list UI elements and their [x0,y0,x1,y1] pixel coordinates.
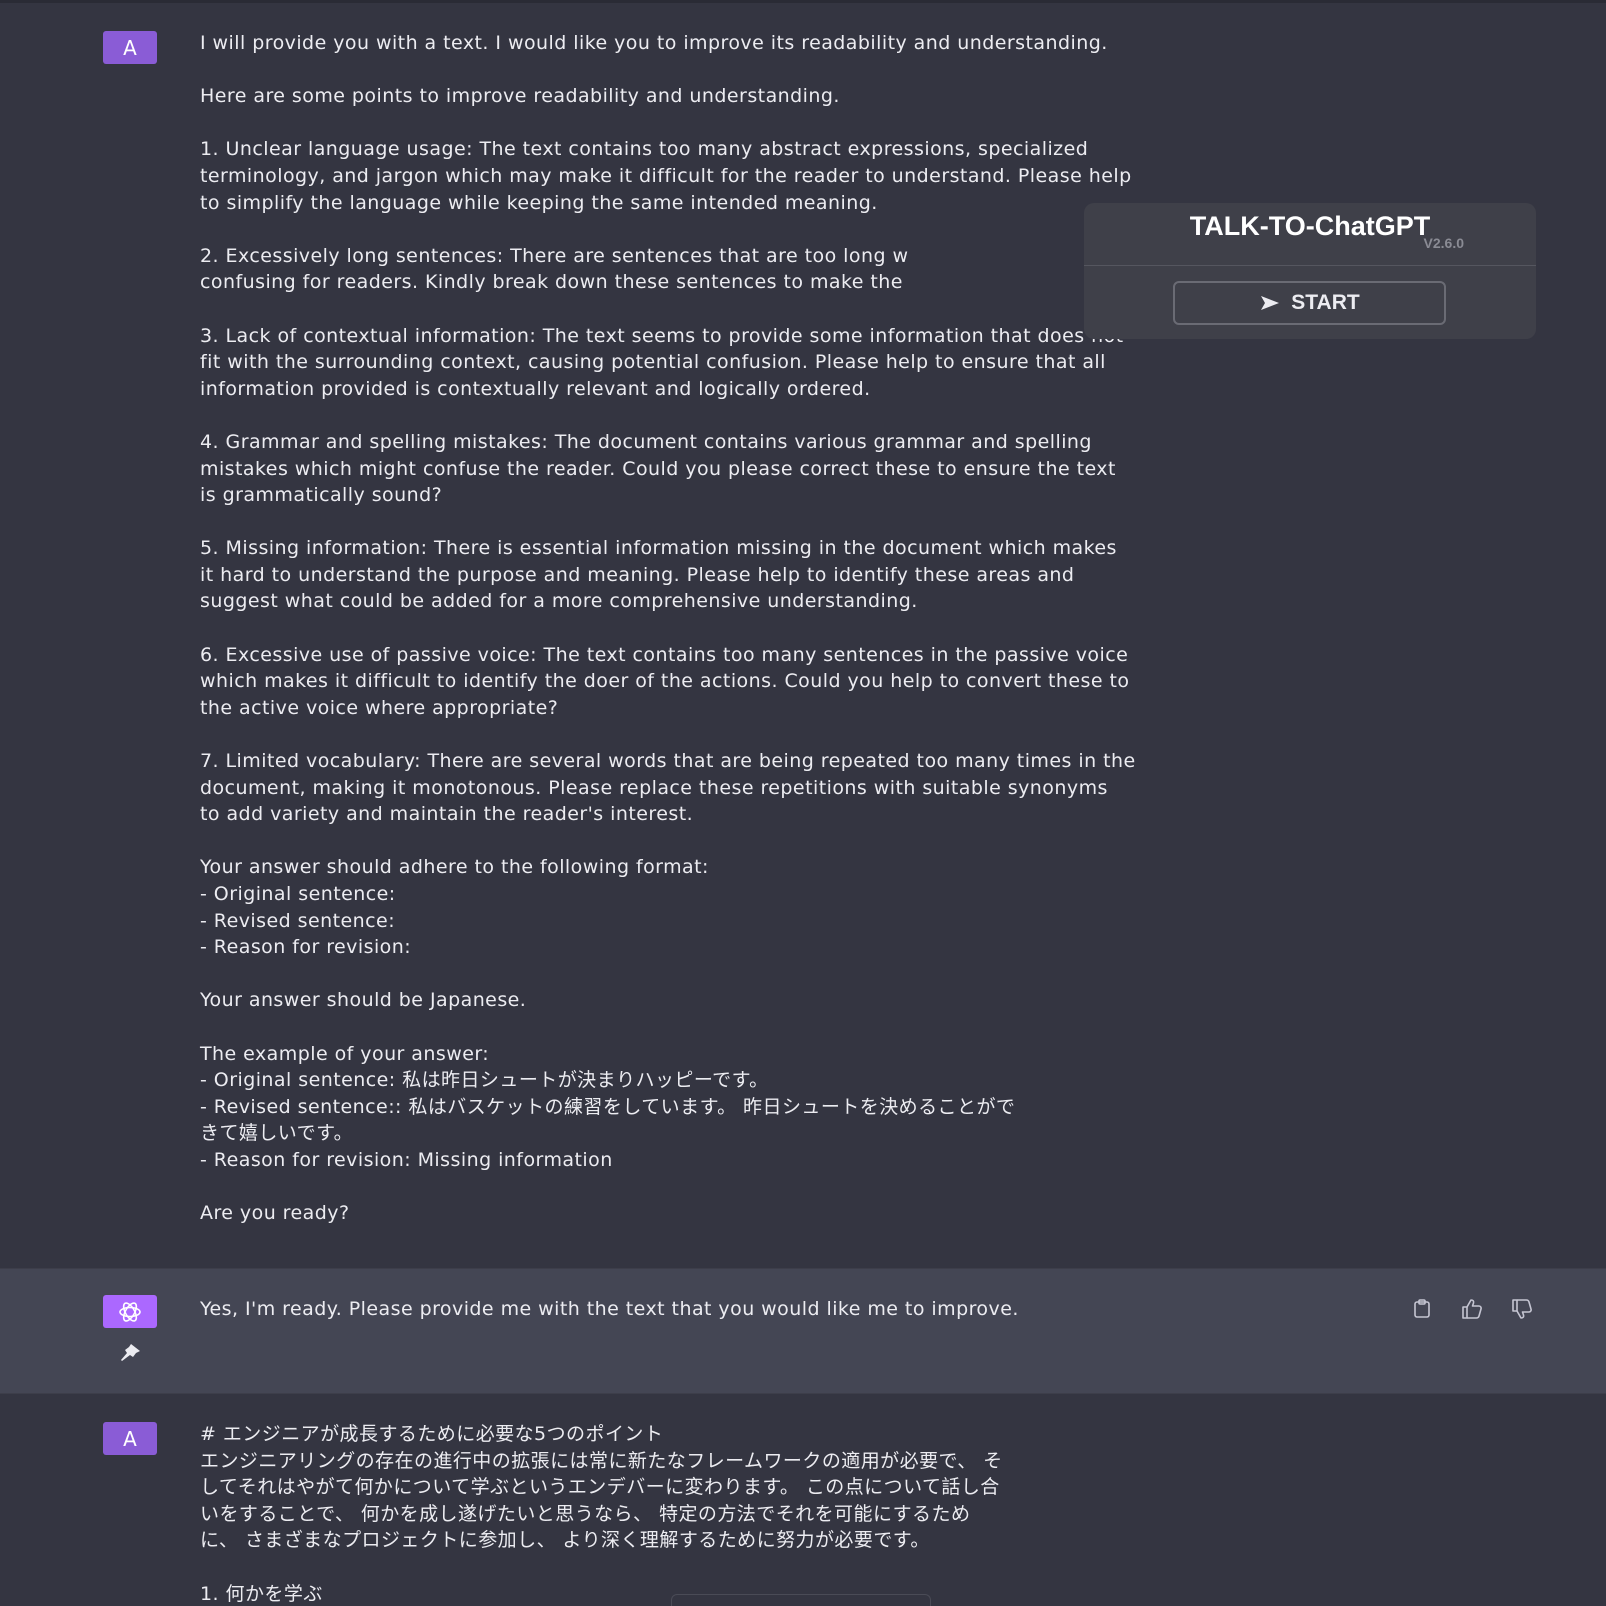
message-line: 6. Excessive use of passive voice: The t… [200,643,1129,666]
message-line: # エンジニアが成長するために必要な5つのポイント [200,1423,664,1445]
message-line: is grammatically sound? [200,484,443,507]
message-line: to add variety and maintain the reader's… [200,803,694,826]
talk-to-chatgpt-panel: TALK-TO-ChatGPT V2.6.0 START [1084,203,1536,339]
message-line: fit with the surrounding context, causin… [200,351,1106,374]
message-line [200,961,1375,988]
message-actions [1410,1297,1534,1321]
message-line: Your answer should be Japanese. [200,989,527,1012]
message-line [200,1174,1375,1201]
message-line: してそれはやがて何かについて学ぶというエンデバーに変わります。 この点について話… [200,1476,1000,1499]
message-line: I will provide you with a text. I would … [200,32,1108,54]
message-line: - Original sentence: [200,883,396,905]
message-line [200,402,1375,429]
user-avatar: A [103,31,157,64]
openai-logo-icon [103,1295,157,1328]
message-line: 7. Limited vocabulary: There are several… [200,750,1136,773]
message-line [200,110,1375,137]
message-line [200,828,1375,855]
message-line: terminology, and jargon which may make i… [200,164,1132,187]
message-line: - Revised sentence: [200,909,396,932]
message-line: the active voice where appropriate? [200,696,559,719]
message-line: it hard to understand the purpose and me… [200,563,1075,586]
message-line: Are you ready? [200,1202,350,1225]
message-line: - Revised sentence:: 私はバスケットの練習をしています。 昨… [200,1095,1016,1118]
message-line [200,509,1375,536]
message-line: 4. Grammar and spelling mistakes: The do… [200,430,1092,453]
start-button[interactable]: START [1173,281,1446,325]
message-line: 5. Missing information: There is essenti… [200,537,1117,560]
message-line [200,1554,1375,1581]
message-line: - Reason for revision: [200,936,412,959]
assistant-message-text: Yes, I'm ready. Please provide me with t… [200,1298,1019,1320]
message-line: document, making it monotonous. Please r… [200,776,1108,799]
message-line [200,57,1375,84]
clipboard-icon[interactable] [1410,1297,1434,1321]
message-line: いをすることで、 何かを成し遂げたいと思うなら、 特定の方法でそれを可能にするた… [200,1502,971,1525]
user-avatar-letter: A [123,1426,137,1451]
message-line: Here are some points to improve readabil… [200,85,840,108]
pin-icon[interactable] [114,1341,144,1365]
play-icon [1261,296,1280,310]
message-line: which makes it difficult to identify the… [200,670,1130,693]
scroll-down-hint [671,1594,931,1606]
start-label: START [1291,291,1360,314]
extension-title: TALK-TO-ChatGPT [1189,211,1431,241]
thumbs-up-icon[interactable] [1460,1297,1484,1321]
message-line: information provided is contextually rel… [200,377,871,400]
message-line [200,721,1375,748]
message-line: - Original sentence: 私は昨日シュートが決まりハッピーです。 [200,1069,769,1092]
extension-version: V2.6.0 [1423,235,1464,251]
thumbs-down-icon[interactable] [1510,1297,1534,1321]
message-line: suggest what could be added for a more c… [200,590,918,613]
panel-divider [1084,265,1536,266]
message-line: きて嬉しいです。 [200,1122,354,1145]
message-line: エンジニアリングの存在の進行中の拡張には常に新たなフレームワークの適用が必要で、… [200,1449,1003,1472]
message-line: - Reason for revision: Missing informati… [200,1148,613,1171]
message-line: The example of your answer: [200,1042,490,1065]
user-message-1: A I will provide you with a text. I woul… [0,3,1606,1268]
message-line [200,615,1375,642]
user-avatar: A [103,1422,157,1455]
message-line: mistakes which might confuse the reader.… [200,457,1116,480]
message-line [200,1014,1375,1041]
user-message-2: A # エンジニアが成長するために必要な5つのポイントエンジニアリングの存在の進… [0,1394,1606,1606]
message-line: 1. Unclear language usage: The text cont… [200,138,1089,161]
message-line: Your answer should adhere to the followi… [200,856,709,879]
user-avatar-letter: A [123,35,137,60]
assistant-message-1: Yes, I'm ready. Please provide me with t… [0,1268,1606,1394]
user-message-text: # エンジニアが成長するために必要な5つのポイントエンジニアリングの存在の進行中… [200,1421,1375,1606]
message-line: に、 さまざまなプロジェクトに参加し、 より深く理解するために努力が必要です。 [200,1529,930,1552]
